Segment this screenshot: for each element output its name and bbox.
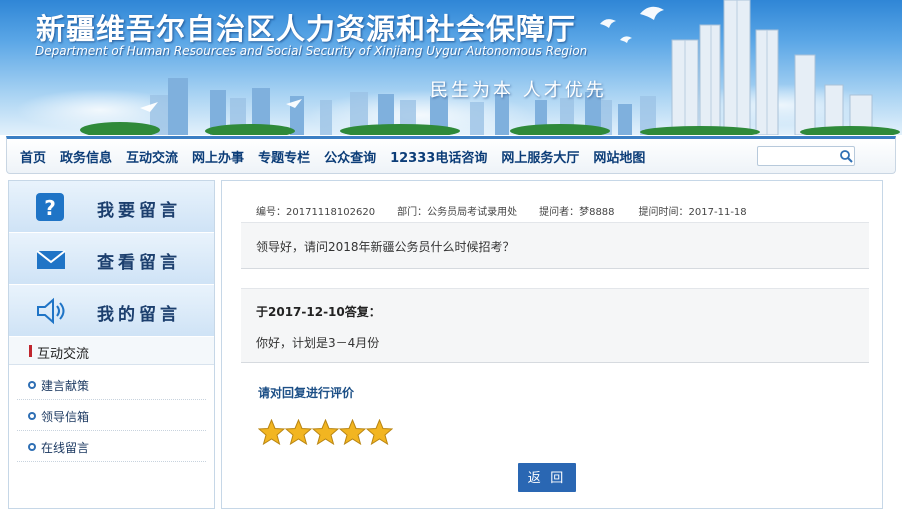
nav-interaction[interactable]: 互动交流 <box>126 147 178 166</box>
leave-message-button[interactable]: ? 我要留言 <box>9 181 214 233</box>
sidebar: ? 我要留言 查看留言 我的留言 互动交流 建言献策 领导信箱 在线留言 <box>8 180 215 509</box>
star-icon[interactable] <box>285 419 312 445</box>
sidebar-section-header: 互动交流 <box>9 337 214 365</box>
sidebar-link-label: 在线留言 <box>41 441 90 455</box>
star-icon[interactable] <box>339 419 366 445</box>
site-subtitle: Department of Human Resources and Social… <box>35 44 588 58</box>
reply-box: 于2017-12-10答复： 你好，计划是3－4月份 <box>241 288 869 363</box>
nav-site-map[interactable]: 网站地图 <box>593 147 645 166</box>
question-box: 领导好，请问2018年新疆公务员什么时候招考？ <box>241 222 869 269</box>
bullet-icon <box>28 443 36 451</box>
reply-header: 于2017-12-10答复： <box>256 305 381 319</box>
message-detail-panel: 编号：20171118102620 部门：公务员局考试录用处 提问者：梦8888… <box>221 180 883 509</box>
svg-text:?: ? <box>44 196 56 220</box>
evaluate-label: 请对回复进行评价 <box>258 386 355 400</box>
message-department: 部门：公务员局考试录用处 <box>397 207 518 218</box>
view-messages-label: 查看留言 <box>97 253 181 273</box>
my-messages-button[interactable]: 我的留言 <box>9 285 214 337</box>
header-banner: 新疆维吾尔自治区人力资源和社会保障厅 Department of Human R… <box>0 0 902 135</box>
view-messages-button[interactable]: 查看留言 <box>9 233 214 285</box>
speaker-icon <box>37 297 65 325</box>
sidebar-link-suggestions[interactable]: 建言献策 <box>17 369 206 400</box>
back-button[interactable]: 返 回 <box>518 463 576 492</box>
rating-stars <box>258 419 393 445</box>
sidebar-link-leader-mailbox[interactable]: 领导信箱 <box>17 400 206 431</box>
nav-service-hall[interactable]: 网上服务大厅 <box>501 147 579 166</box>
nav-special-topics[interactable]: 专题专栏 <box>258 147 310 166</box>
message-number: 编号：20171118102620 <box>256 207 376 218</box>
sidebar-link-label: 领导信箱 <box>41 410 90 424</box>
envelope-icon <box>36 250 66 269</box>
my-messages-label: 我的留言 <box>97 305 181 325</box>
star-icon[interactable] <box>312 419 339 445</box>
question-text: 领导好，请问2018年新疆公务员什么时候招考？ <box>256 240 515 254</box>
slogan: 民生为本 人才优先 <box>430 80 607 101</box>
reply-text: 你好，计划是3－4月份 <box>256 336 380 350</box>
question-icon: ? <box>36 193 64 221</box>
main-navigation: 首页 政务信息 互动交流 网上办事 专题专栏 公众查询 12333电话咨询 网上… <box>6 136 896 174</box>
leave-message-label: 我要留言 <box>97 201 181 221</box>
star-icon[interactable] <box>366 419 393 445</box>
section-title: 互动交流 <box>37 347 90 362</box>
message-meta: 编号：20171118102620 部门：公务员局考试录用处 提问者：梦8888… <box>256 203 747 218</box>
search-icon[interactable] <box>839 149 853 163</box>
nav-home[interactable]: 首页 <box>20 147 46 166</box>
nav-online-services[interactable]: 网上办事 <box>192 147 244 166</box>
sidebar-link-label: 建言献策 <box>41 379 90 393</box>
bullet-icon <box>28 381 36 389</box>
nav-government-info[interactable]: 政务信息 <box>60 147 112 166</box>
nav-public-query[interactable]: 公众查询 <box>324 147 376 166</box>
message-asker: 提问者：梦8888 <box>539 207 615 218</box>
sidebar-link-online-message[interactable]: 在线留言 <box>17 431 206 462</box>
nav-12333-hotline[interactable]: 12333电话咨询 <box>390 147 487 166</box>
bullet-icon <box>28 412 36 420</box>
section-marker <box>29 345 32 357</box>
message-time: 提问时间：2017-11-18 <box>638 207 747 218</box>
site-title: 新疆维吾尔自治区人力资源和社会保障厅 <box>36 12 577 46</box>
star-icon[interactable] <box>258 419 285 445</box>
